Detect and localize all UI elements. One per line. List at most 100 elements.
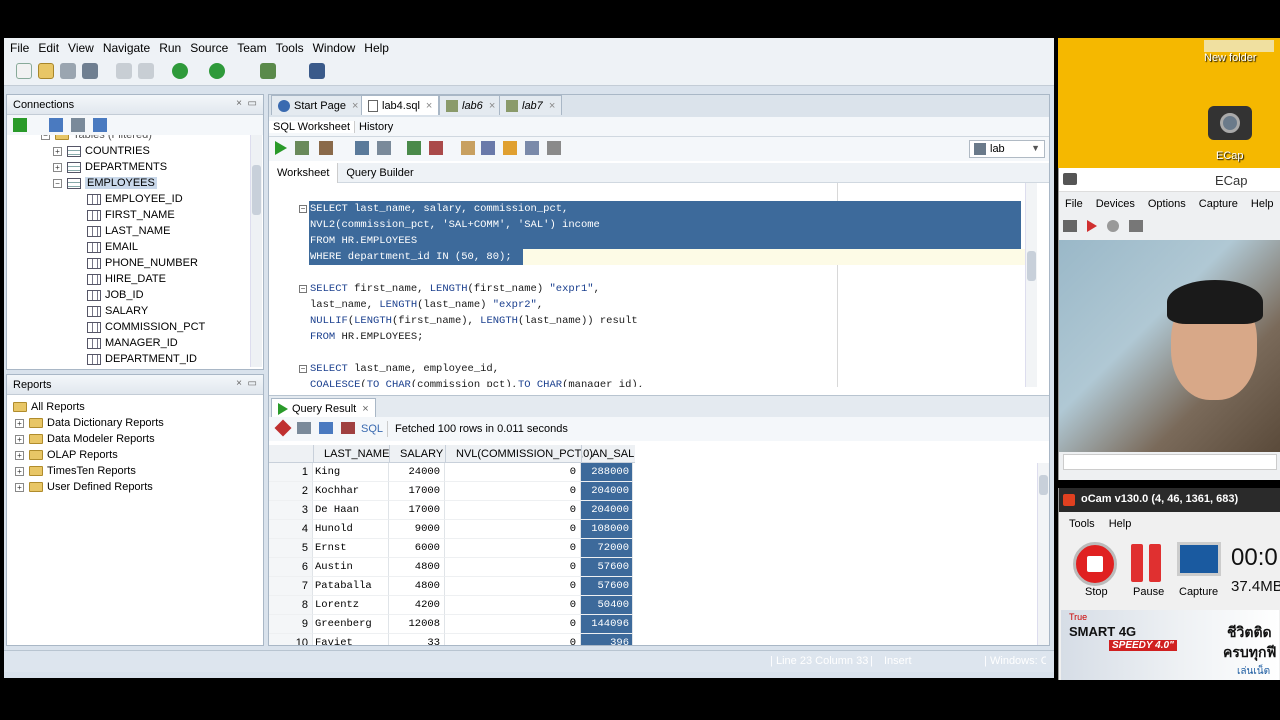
add-connection-icon[interactable] bbox=[13, 118, 27, 132]
tree-column-email[interactable]: EMAIL bbox=[87, 239, 138, 255]
to-upper-icon[interactable] bbox=[481, 141, 495, 155]
cell-nvl[interactable]: 0 bbox=[445, 577, 581, 596]
cell-last-name[interactable]: Faviet bbox=[313, 634, 389, 645]
tree-column-last-name[interactable]: LAST_NAME bbox=[87, 223, 170, 239]
cell-salary[interactable]: 6000 bbox=[389, 539, 445, 558]
chevron-down-icon[interactable]: ▼ bbox=[1031, 143, 1040, 153]
expand-icon[interactable]: + bbox=[53, 162, 62, 172]
expand-icon[interactable]: + bbox=[15, 418, 24, 428]
cell-an-sal[interactable]: 72000 bbox=[581, 539, 633, 558]
ocam-menu-help[interactable]: Help bbox=[1109, 518, 1132, 530]
cell-nvl[interactable]: 0 bbox=[445, 615, 581, 634]
cell-an-sal[interactable]: 396 bbox=[581, 634, 633, 645]
binoculars-icon[interactable] bbox=[309, 63, 325, 79]
print-icon[interactable] bbox=[297, 422, 311, 434]
tab-query-result[interactable]: Query Result × bbox=[271, 398, 376, 418]
scroll-thumb[interactable] bbox=[1027, 251, 1036, 281]
ocam-menu-tools[interactable]: Tools bbox=[1069, 518, 1095, 530]
expand-icon[interactable]: + bbox=[15, 450, 24, 460]
new-file-icon[interactable] bbox=[16, 63, 32, 79]
table-row[interactable]: 4 Hunold 9000 0 108000 bbox=[269, 520, 634, 539]
explain-plan-icon[interactable] bbox=[355, 141, 369, 155]
cell-an-sal[interactable]: 204000 bbox=[581, 501, 633, 520]
tree-table-employees[interactable]: − EMPLOYEES bbox=[53, 175, 157, 191]
cell-nvl[interactable]: 0 bbox=[445, 596, 581, 615]
sql-link[interactable]: SQL bbox=[361, 423, 383, 435]
cell-an-sal[interactable]: 144096 bbox=[581, 615, 633, 634]
col-header-nvl[interactable]: NVL(COMMISSION_PCT,0) bbox=[445, 445, 593, 463]
open-folder-icon[interactable] bbox=[38, 63, 54, 79]
cell-nvl[interactable]: 0 bbox=[445, 501, 581, 520]
table-row[interactable]: 5 Ernst 6000 0 72000 bbox=[269, 539, 634, 558]
clear-icon[interactable] bbox=[503, 141, 517, 155]
schema-browser-icon[interactable] bbox=[93, 118, 107, 132]
scroll-thumb[interactable] bbox=[252, 165, 261, 215]
table-row[interactable]: 6 Austin 4800 0 57600 bbox=[269, 558, 634, 577]
tree-column-salary[interactable]: SALARY bbox=[87, 303, 148, 319]
back-icon[interactable] bbox=[172, 63, 188, 79]
menu-team[interactable]: Team bbox=[237, 41, 266, 55]
table-row[interactable]: 8 Lorentz 4200 0 50400 bbox=[269, 596, 634, 615]
table-row[interactable]: 9 Greenberg 12008 0 144096 bbox=[269, 615, 634, 634]
table-row[interactable]: 10 Faviet 33 0 396 bbox=[269, 634, 634, 645]
tree-column-hire-date[interactable]: HIRE_DATE bbox=[87, 271, 166, 287]
panel-controls-icon[interactable]: × ▭ bbox=[236, 98, 257, 109]
snapshot-icon[interactable] bbox=[1063, 220, 1077, 232]
refresh-icon[interactable] bbox=[49, 118, 63, 132]
forward-icon[interactable] bbox=[209, 63, 225, 79]
tab-start-page[interactable]: Start Page × bbox=[271, 95, 366, 115]
redo-icon[interactable] bbox=[138, 63, 154, 79]
pin-icon[interactable] bbox=[274, 419, 292, 437]
unshared-sql-icon[interactable] bbox=[461, 141, 475, 155]
col-header-an-sal[interactable]: AN_SAL bbox=[581, 445, 635, 463]
ecap-menu-options[interactable]: Options bbox=[1148, 198, 1186, 210]
ad-banner[interactable]: True SMART 4G SPEEDY 4.0" ชีวิตติด ครบทุ… bbox=[1061, 610, 1279, 680]
tree-column-manager-id[interactable]: MANAGER_ID bbox=[87, 335, 178, 351]
table-row[interactable]: 1 King 24000 0 288000 bbox=[269, 463, 634, 482]
tab-worksheet[interactable]: Worksheet bbox=[269, 162, 339, 183]
cell-salary[interactable]: 4200 bbox=[389, 596, 445, 615]
pause-icon[interactable] bbox=[1131, 544, 1143, 582]
cell-salary[interactable]: 4800 bbox=[389, 577, 445, 596]
cell-last-name[interactable]: King bbox=[313, 463, 389, 482]
connection-select[interactable]: lab ▼ bbox=[969, 140, 1045, 158]
save-all-icon[interactable] bbox=[82, 63, 98, 79]
save-icon[interactable] bbox=[60, 63, 76, 79]
sql-tuning-icon[interactable] bbox=[377, 141, 391, 155]
menu-source[interactable]: Source bbox=[190, 41, 228, 55]
subtab-sql-worksheet[interactable]: SQL Worksheet bbox=[269, 120, 356, 133]
fold-icon[interactable]: − bbox=[299, 365, 307, 373]
tree-column-phone-number[interactable]: PHONE_NUMBER bbox=[87, 255, 198, 271]
record-icon[interactable] bbox=[1087, 220, 1097, 232]
fold-icon[interactable]: − bbox=[299, 205, 307, 213]
expand-icon[interactable]: + bbox=[15, 482, 24, 492]
col-header-salary[interactable]: SALARY bbox=[389, 445, 445, 463]
cell-salary[interactable]: 17000 bbox=[389, 501, 445, 520]
desktop-icon-label[interactable]: New folder bbox=[1204, 52, 1257, 64]
cell-last-name[interactable]: De Haan bbox=[313, 501, 389, 520]
tab-lab7[interactable]: lab7 × bbox=[499, 95, 563, 115]
menu-navigate[interactable]: Navigate bbox=[103, 41, 150, 55]
undo-icon[interactable] bbox=[116, 63, 132, 79]
expand-icon[interactable]: + bbox=[15, 466, 24, 476]
report-item-user-defined-reports[interactable]: + User Defined Reports bbox=[15, 479, 153, 495]
folder-icon[interactable] bbox=[1204, 40, 1274, 52]
ecap-menu-capture[interactable]: Capture bbox=[1199, 198, 1238, 210]
table-row[interactable]: 2 Kochhar 17000 0 204000 bbox=[269, 482, 634, 501]
cell-last-name[interactable]: Kochhar bbox=[313, 482, 389, 501]
cell-salary[interactable]: 33 bbox=[389, 634, 445, 645]
cell-last-name[interactable]: Ernst bbox=[313, 539, 389, 558]
refresh-icon[interactable] bbox=[319, 422, 333, 434]
format-icon[interactable] bbox=[547, 141, 561, 155]
table-row[interactable]: 7 Pataballa 4800 0 57600 bbox=[269, 577, 634, 596]
ecap-menu-help[interactable]: Help bbox=[1251, 198, 1274, 210]
fold-icon[interactable]: − bbox=[299, 285, 307, 293]
cell-an-sal[interactable]: 204000 bbox=[581, 482, 633, 501]
cell-salary[interactable]: 24000 bbox=[389, 463, 445, 482]
editor-scrollbar[interactable] bbox=[1025, 183, 1037, 387]
cancel-query-icon[interactable] bbox=[341, 422, 355, 434]
subtab-history[interactable]: History bbox=[355, 121, 397, 133]
report-item-data-dictionary-reports[interactable]: + Data Dictionary Reports bbox=[15, 415, 164, 431]
menu-tools[interactable]: Tools bbox=[276, 41, 304, 55]
report-item-data-modeler-reports[interactable]: + Data Modeler Reports bbox=[15, 431, 155, 447]
